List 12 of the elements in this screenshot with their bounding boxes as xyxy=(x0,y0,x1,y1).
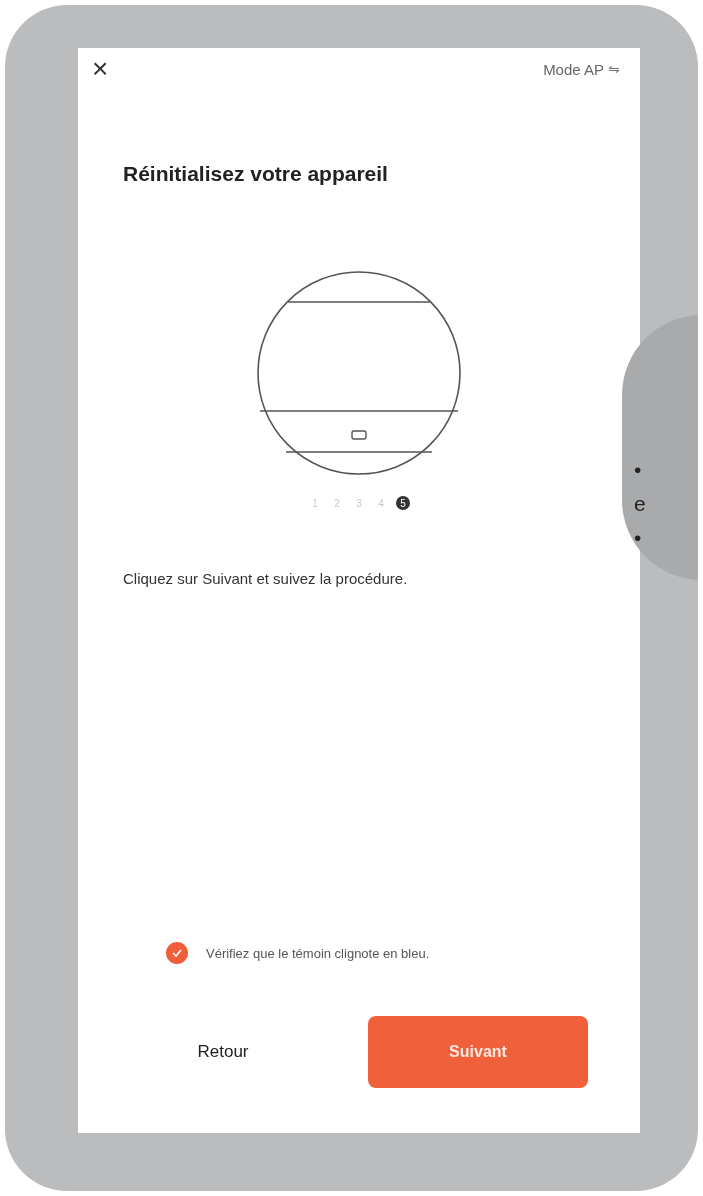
instruction-text: Cliquez sur Suivant et suivez la procédure. xyxy=(123,570,409,587)
confirm-checkbox[interactable] xyxy=(166,942,188,964)
check-icon xyxy=(172,949,182,957)
mode-button[interactable]: Mode AP ⇋ xyxy=(543,60,620,78)
callout-text: e xyxy=(634,491,647,517)
close-button[interactable]: × xyxy=(88,55,113,83)
confirm-label: Vérifiez que le témoin clignote en bleu. xyxy=(206,945,430,961)
back-button[interactable]: Retour xyxy=(78,1017,368,1087)
callout-text: • xyxy=(634,525,643,551)
page-title: Réinitialisez votre appareil xyxy=(123,162,389,186)
step-indicator: 5 xyxy=(396,496,410,510)
callout-text: • xyxy=(634,457,643,483)
